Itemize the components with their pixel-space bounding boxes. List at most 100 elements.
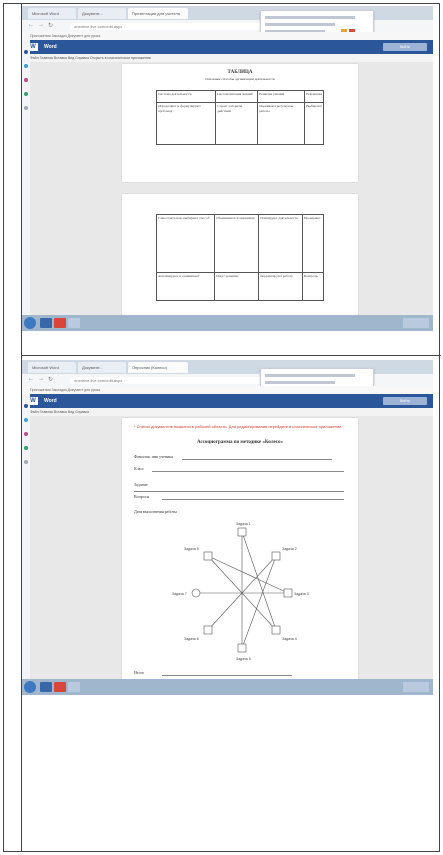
table-row: Анализируют и сравнивают Ищут решение Ко… <box>155 272 325 301</box>
table-cell: Корректируют работу <box>258 272 303 301</box>
table-row: Система деятельности Систематизация знан… <box>155 90 324 103</box>
system-clock[interactable] <box>403 682 429 692</box>
document-canvas[interactable]: ТАБЛИЦА Основные способы организации дея… <box>30 62 433 319</box>
doc-subtitle: Основные способы организации деятельност… <box>205 77 275 81</box>
field-label: Класс <box>134 466 144 471</box>
diagram-label: Задача 6 <box>184 637 199 641</box>
table-cell: Проверяют <box>301 214 325 273</box>
table-cell: Анализируют и сравнивают <box>155 272 216 301</box>
shared-icon[interactable] <box>24 92 28 96</box>
table-cell: Ищут решение <box>214 272 260 301</box>
table-cell: Самостоятельно выбирают способ <box>155 214 216 273</box>
browser-tab-active[interactable]: Презентация для учителя <box>128 8 188 19</box>
app-name: Word <box>44 398 57 404</box>
screenshot-word-diagram: Microsoft Word Документ... Опросник (Кол… <box>22 360 433 695</box>
diagram-node <box>191 588 201 598</box>
text-field-line[interactable] <box>182 459 332 460</box>
table-row-divider <box>21 355 441 356</box>
table-cell: Планируют деятельность <box>258 214 303 273</box>
files-icon[interactable] <box>24 64 28 68</box>
document-page: Самостоятельно выбирают способ Обмениваю… <box>122 194 358 319</box>
table-cell: Строят алгоритм действий <box>215 102 258 145</box>
explorer-taskbar-icon[interactable] <box>68 682 80 692</box>
diagram-node <box>203 551 213 561</box>
table-cell: Развитие умений <box>256 90 306 103</box>
word-taskbar-icon[interactable] <box>40 682 52 692</box>
word-ribbon[interactable]: Файл Главная Вставка Вид Справка Открыть… <box>22 54 433 62</box>
back-icon[interactable]: ← <box>28 22 34 28</box>
doc-table: Система деятельности Систематизация знан… <box>155 90 324 145</box>
table-cell: Определяют и формулируют проблему <box>155 102 217 145</box>
diagram-node <box>271 551 281 561</box>
doc-title: Ассоциограмма по методике «Колесо» <box>196 440 284 445</box>
table-cell: Обмениваются мнениями <box>214 214 260 273</box>
explorer-taskbar-icon[interactable] <box>68 318 80 328</box>
table-cell: Систематизация знаний <box>215 90 258 103</box>
home-icon[interactable] <box>24 50 28 54</box>
table-cell: Контроль <box>301 272 325 301</box>
field-label: Вопросы <box>134 494 150 499</box>
url-input[interactable]: onedrive.live.com/edit.aspx <box>70 377 270 384</box>
document-page: * Список документов появится в рабочей о… <box>122 418 358 679</box>
reload-icon[interactable]: ↻ <box>48 22 53 29</box>
signin-button[interactable]: Войти <box>383 397 427 405</box>
popup-text-line <box>265 23 335 26</box>
diagram-label: Задача 5 <box>236 657 251 661</box>
field-label: Задание <box>134 482 148 487</box>
browser-taskbar-icon[interactable] <box>54 318 66 328</box>
apps-icon[interactable] <box>24 106 28 110</box>
text-field-line[interactable] <box>134 491 344 492</box>
diagram-label: Задача 1 <box>236 522 251 526</box>
diagram-label: Задача 4 <box>282 637 297 641</box>
start-button-icon[interactable] <box>24 681 36 693</box>
browser-tab[interactable]: Документ... <box>78 8 126 19</box>
word-ribbon[interactable]: Файл Главная Вставка Вид Справка <box>22 408 433 416</box>
browser-tab-active[interactable]: Опросник (Колесо) <box>128 362 188 373</box>
text-field-line[interactable] <box>162 675 292 676</box>
wheel-diagram: Задача 1 Задача 2 Задача 3 Задача 4 Зада… <box>172 522 309 661</box>
browser-tab[interactable]: Документ... <box>78 362 126 373</box>
document-page: ТАБЛИЦА Основные способы организации дея… <box>122 64 358 182</box>
table-cell: Рефлексия <box>304 90 324 103</box>
doc-title: ТАБЛИЦА <box>227 70 253 75</box>
forward-icon[interactable]: → <box>38 376 44 382</box>
browser-taskbar-icon[interactable] <box>54 682 66 692</box>
screenshot-word-table: Microsoft Word Документ... Презентация д… <box>22 6 433 331</box>
url-input[interactable]: onedrive.live.com/edit.aspx <box>70 23 270 30</box>
browser-tab[interactable]: Microsoft Word <box>28 8 76 19</box>
field-label: Фамилия, имя ученика <box>134 454 173 459</box>
bookmarks-bar: Приложения Закладки Документ для урока <box>22 386 433 394</box>
table-cell: Оценивают результаты работы <box>256 102 306 145</box>
system-clock[interactable] <box>403 318 429 328</box>
reload-icon[interactable]: ↻ <box>48 376 53 383</box>
warning-note: * Список документов появится в рабочей о… <box>134 424 343 429</box>
diagram-node <box>237 527 247 537</box>
word-header: W Word Войти <box>22 394 433 408</box>
text-field-line[interactable] <box>162 499 344 500</box>
files-icon[interactable] <box>24 418 28 422</box>
home-icon[interactable] <box>24 404 28 408</box>
recent-icon[interactable] <box>24 432 28 436</box>
diagram-label: Задача 8 <box>184 547 199 551</box>
signin-button[interactable]: Войти <box>383 43 427 51</box>
forward-icon[interactable]: → <box>38 22 44 28</box>
left-app-rail <box>22 40 30 315</box>
table-cell: Выбирают <box>304 102 324 145</box>
field-label: Итого <box>134 670 145 675</box>
table-cell: Система деятельности <box>155 90 217 103</box>
word-taskbar-icon[interactable] <box>40 318 52 328</box>
back-icon[interactable]: ← <box>28 376 34 382</box>
apps-icon[interactable] <box>24 460 28 464</box>
diagram-label: Задача 3 <box>294 592 309 596</box>
windows-taskbar <box>22 679 433 695</box>
text-field-line[interactable] <box>152 471 344 472</box>
document-canvas[interactable]: * Список документов появится в рабочей о… <box>30 416 433 679</box>
recent-icon[interactable] <box>24 78 28 82</box>
diagram-node <box>203 625 213 635</box>
start-button-icon[interactable] <box>24 317 36 329</box>
app-name: Word <box>44 44 57 50</box>
shared-icon[interactable] <box>24 446 28 450</box>
bookmarks-bar: Приложения Закладки Документ для урока <box>22 32 433 40</box>
browser-tab[interactable]: Microsoft Word <box>28 362 76 373</box>
diagram-label: Задача 7 <box>172 592 187 596</box>
